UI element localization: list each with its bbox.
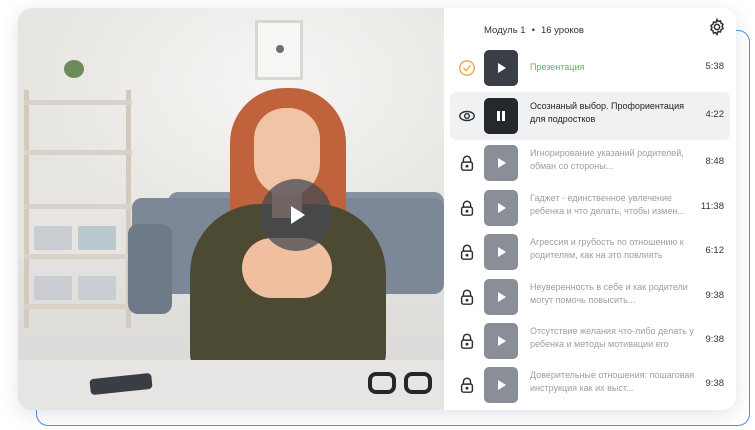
lesson-item[interactable]: Презентация 5:38 xyxy=(444,44,736,92)
lesson-title: Доверительные отношения: пошаговая инстр… xyxy=(530,370,695,393)
video-play-button[interactable] xyxy=(260,179,332,251)
play-icon xyxy=(291,206,305,224)
lock-icon xyxy=(460,155,474,171)
lesson-duration: 9:38 xyxy=(705,378,725,389)
lock-icon xyxy=(460,377,474,393)
lesson-title: Осознаный выбор. Профориентация для подр… xyxy=(530,101,684,124)
shelf xyxy=(24,254,132,259)
lesson-title: Неуверенность в себе и как родители могу… xyxy=(530,282,688,305)
lesson-thumbnail[interactable] xyxy=(484,50,518,86)
check-circle-icon xyxy=(459,60,475,76)
video-player[interactable] xyxy=(18,8,444,410)
lesson-item[interactable]: Неуверенность в себе и как родители могу… xyxy=(444,273,736,321)
lesson-item[interactable]: Доверительные отношения: пошаговая инстр… xyxy=(444,361,736,409)
lesson-thumbnail[interactable] xyxy=(484,279,518,315)
lesson-thumbnail[interactable] xyxy=(484,234,518,270)
shelf xyxy=(24,150,132,155)
shelf xyxy=(24,204,132,209)
lesson-title: Отсутствие желания что-либо делать у реб… xyxy=(530,326,694,349)
lesson-title: Презентация xyxy=(530,62,585,72)
module-label: Модуль 1 xyxy=(484,24,526,36)
lesson-duration: 9:38 xyxy=(705,334,725,345)
lock-icon xyxy=(460,244,474,260)
pause-icon xyxy=(497,111,505,121)
course-player-card: Модуль 1 • 16 уроков Презентация 5:38 Ос… xyxy=(18,8,736,410)
lesson-duration: 8:48 xyxy=(705,156,725,167)
lock-icon xyxy=(460,333,474,349)
wall-picture xyxy=(255,20,303,80)
gear-icon[interactable] xyxy=(708,18,726,36)
lesson-thumbnail[interactable] xyxy=(484,145,518,181)
play-icon xyxy=(498,292,506,302)
lesson-duration: 11:38 xyxy=(700,201,724,212)
lesson-title: Агрессия и грубость по отношению к родит… xyxy=(530,237,684,260)
play-icon xyxy=(498,380,506,390)
lesson-title: Игнорирование указаний родителей, обман … xyxy=(530,148,684,171)
lessons-panel: Модуль 1 • 16 уроков Презентация 5:38 Ос… xyxy=(444,8,736,410)
lesson-thumbnail[interactable] xyxy=(484,98,518,134)
module-header: Модуль 1 • 16 уроков xyxy=(484,20,584,40)
storage-bin xyxy=(78,226,116,250)
lesson-item[interactable]: Агрессия и грубость по отношению к родит… xyxy=(444,228,736,276)
lesson-thumbnail[interactable] xyxy=(484,323,518,359)
lesson-thumbnail[interactable] xyxy=(484,190,518,226)
sofa-arm xyxy=(128,224,172,314)
play-icon xyxy=(498,63,506,73)
lesson-thumbnail[interactable] xyxy=(484,367,518,403)
lesson-duration: 5:38 xyxy=(705,61,725,72)
storage-bin xyxy=(34,226,72,250)
lock-icon xyxy=(460,289,474,305)
lesson-item[interactable]: Отсутствие желания что-либо делать у реб… xyxy=(444,317,736,365)
glasses xyxy=(368,372,438,398)
lock-icon xyxy=(460,200,474,216)
shelf-post xyxy=(24,90,29,328)
plant xyxy=(64,60,84,78)
play-icon xyxy=(498,247,506,257)
lesson-item[interactable]: Игнорирование указаний родителей, обман … xyxy=(444,139,736,187)
shelf xyxy=(24,100,132,105)
lesson-duration: 9:38 xyxy=(705,290,725,301)
lesson-duration: 4:22 xyxy=(705,109,725,120)
lesson-duration: 6:12 xyxy=(705,245,725,256)
play-icon xyxy=(498,203,506,213)
lessons-count: 16 уроков xyxy=(540,24,584,36)
play-icon xyxy=(498,158,506,168)
shelf xyxy=(24,304,132,309)
separator-dot: • xyxy=(531,24,535,36)
lesson-title: Гаджет - единственное увлечение ребенка … xyxy=(530,193,685,216)
storage-bin xyxy=(34,276,72,300)
play-icon xyxy=(498,336,506,346)
storage-bin xyxy=(78,276,116,300)
lesson-item-active[interactable]: Осознаный выбор. Профориентация для подр… xyxy=(450,92,730,140)
lesson-item[interactable]: Гаджет - единственное увлечение ребенка … xyxy=(444,184,736,232)
eye-icon xyxy=(459,110,475,122)
